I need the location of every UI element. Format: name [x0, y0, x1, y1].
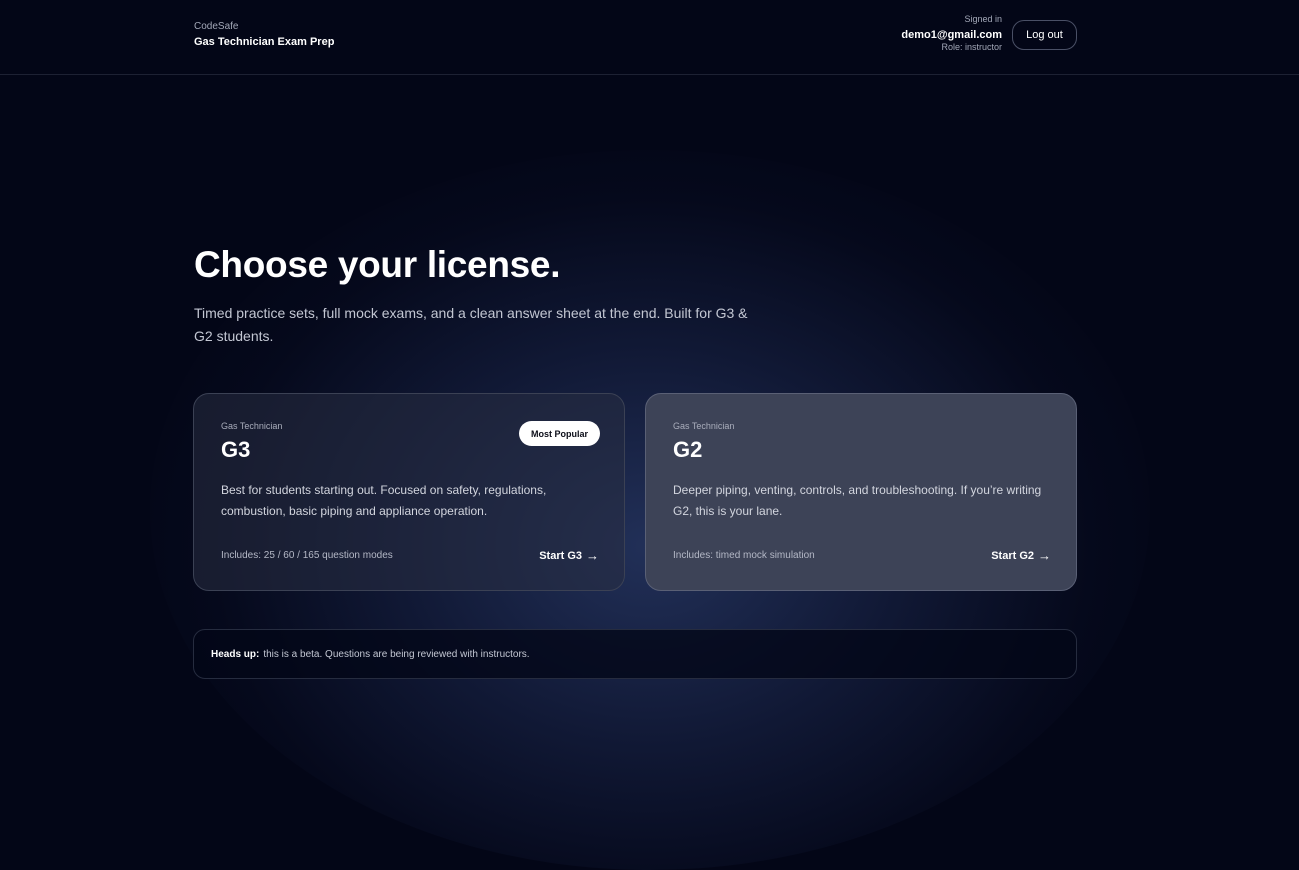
card-kicker: Gas Technician — [221, 421, 283, 431]
brand-name: CodeSafe — [194, 21, 239, 32]
page-subtitle: Timed practice sets, full mock exams, an… — [194, 305, 748, 344]
product-name: Gas Technician Exam Prep — [194, 36, 335, 48]
start-label: Start G3 — [539, 550, 582, 562]
user-email: demo1@gmail.com — [901, 29, 1002, 41]
card-title: G2 — [673, 437, 703, 462]
logout-button[interactable]: Log out — [1012, 20, 1077, 50]
card-description: Best for students starting out. Focused … — [221, 483, 547, 518]
arrow-right-icon: → — [1038, 548, 1051, 563]
card-description: Deeper piping, venting, controls, and tr… — [673, 483, 1042, 518]
notice-label: Heads up: — [211, 648, 260, 660]
start-g3-link[interactable]: Start G3 → — [539, 549, 599, 563]
card-title: G3 — [221, 437, 251, 462]
user-info: Signed in demo1@gmail.com Role: instruct… — [901, 14, 1002, 53]
card-includes: Includes: timed mock simulation — [673, 550, 815, 561]
beta-notice: Heads up: this is a beta. Questions are … — [193, 629, 1077, 679]
user-role: Role: instructor — [941, 42, 1002, 52]
card-kicker: Gas Technician — [673, 421, 735, 431]
license-card-g2[interactable]: Gas Technician G2 Deeper piping, venting… — [645, 393, 1077, 591]
most-popular-badge: Most Popular — [519, 421, 600, 446]
page-title: Choose your license. — [194, 244, 561, 285]
license-card-g3[interactable]: Gas Technician G3 Most Popular Best for … — [193, 393, 625, 591]
card-includes: Includes: 25 / 60 / 165 question modes — [221, 550, 393, 561]
start-g2-link[interactable]: Start G2 → — [991, 549, 1051, 563]
arrow-right-icon: → — [586, 548, 599, 563]
signed-in-label: Signed in — [964, 14, 1002, 24]
brand[interactable]: CodeSafe Gas Technician Exam Prep — [194, 21, 334, 49]
top-bar: CodeSafe Gas Technician Exam Prep Signed… — [0, 0, 1299, 75]
notice-text: this is a beta. Questions are being revi… — [263, 648, 530, 660]
start-label: Start G2 — [991, 550, 1034, 562]
